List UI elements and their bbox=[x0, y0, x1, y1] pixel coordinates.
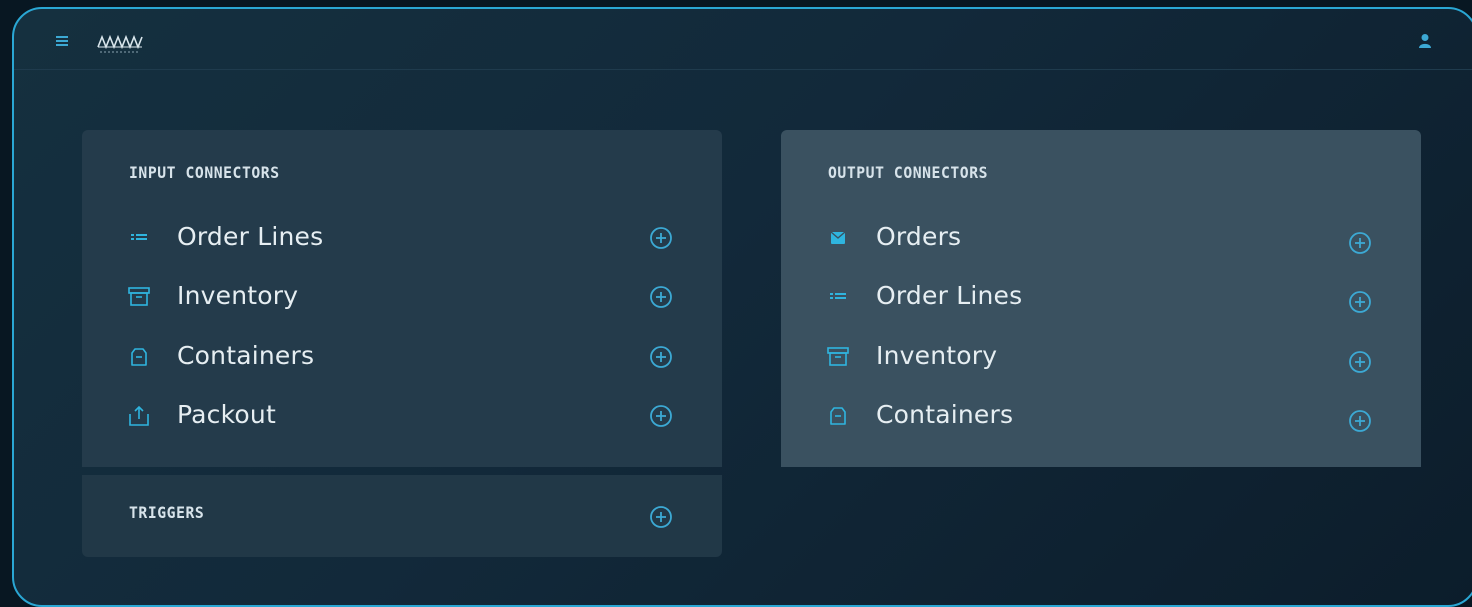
connector-label: Inventory bbox=[876, 341, 998, 370]
container-bag-icon bbox=[830, 407, 846, 425]
output-connector-orders[interactable]: Orders bbox=[781, 217, 1421, 257]
add-trigger-icon[interactable] bbox=[649, 505, 673, 529]
list-icon bbox=[830, 293, 846, 299]
add-icon[interactable] bbox=[649, 285, 673, 309]
output-connectors-panel: OUTPUT CONNECTORS Orders Order Lines Inv… bbox=[781, 130, 1421, 467]
output-connector-order-lines[interactable]: Order Lines bbox=[781, 276, 1421, 316]
triggers-title: TRIGGERS bbox=[129, 503, 205, 522]
connector-label: Containers bbox=[177, 341, 315, 370]
archive-box-icon bbox=[827, 347, 849, 366]
user-icon[interactable] bbox=[1418, 33, 1432, 49]
add-icon[interactable] bbox=[649, 345, 673, 369]
connector-label: Order Lines bbox=[177, 222, 324, 251]
connector-label: Order Lines bbox=[876, 281, 1023, 310]
add-icon[interactable] bbox=[649, 226, 673, 250]
connector-label: Inventory bbox=[177, 281, 299, 310]
top-bar bbox=[14, 9, 1472, 70]
input-connector-packout[interactable]: Packout bbox=[82, 395, 722, 435]
add-icon[interactable] bbox=[649, 404, 673, 428]
add-icon[interactable] bbox=[1348, 290, 1372, 314]
connector-label: Containers bbox=[876, 400, 1014, 429]
output-connectors-list: Orders Order Lines Inventory Containers bbox=[781, 130, 1421, 467]
input-connectors-panel: INPUT CONNECTORS Order Lines Inventory C… bbox=[82, 130, 722, 467]
output-connector-containers[interactable]: Containers bbox=[781, 395, 1421, 435]
input-connector-containers[interactable]: Containers bbox=[82, 336, 722, 376]
add-icon[interactable] bbox=[1348, 350, 1372, 374]
input-connector-order-lines[interactable]: Order Lines bbox=[82, 217, 722, 257]
connector-label: Packout bbox=[177, 400, 276, 429]
app-window: INPUT CONNECTORS Order Lines Inventory C… bbox=[12, 7, 1472, 607]
connector-label: Orders bbox=[876, 222, 962, 251]
list-icon bbox=[131, 234, 147, 240]
add-icon[interactable] bbox=[1348, 231, 1372, 255]
input-connectors-list: Order Lines Inventory Containers Packout bbox=[82, 130, 722, 467]
brand-logo bbox=[97, 34, 143, 53]
order-icon bbox=[830, 231, 846, 244]
triggers-panel: TRIGGERS bbox=[82, 475, 722, 557]
archive-box-icon bbox=[128, 287, 150, 306]
upload-box-icon bbox=[129, 406, 149, 426]
hamburger-menu-icon[interactable] bbox=[56, 36, 68, 46]
container-bag-icon bbox=[131, 348, 147, 366]
output-connector-inventory[interactable]: Inventory bbox=[781, 336, 1421, 376]
input-connector-inventory[interactable]: Inventory bbox=[82, 276, 722, 316]
add-icon[interactable] bbox=[1348, 409, 1372, 433]
